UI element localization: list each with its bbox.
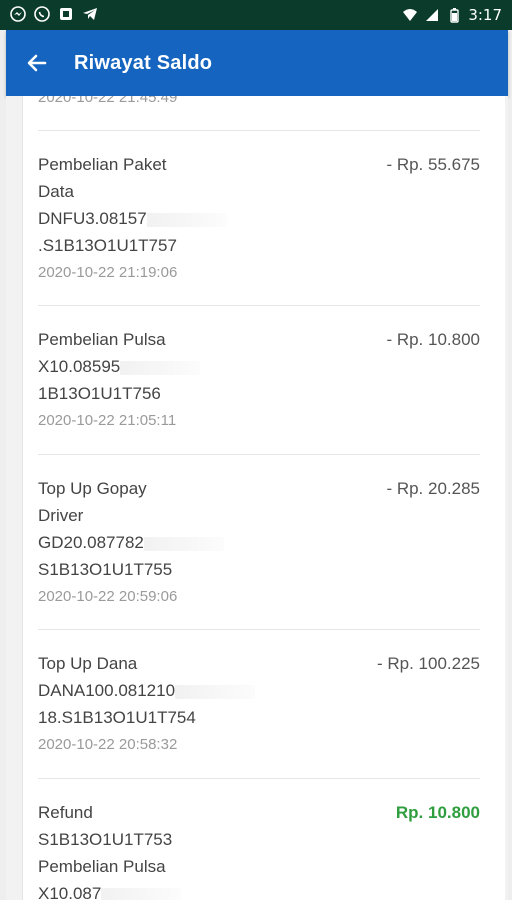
status-bar: 3:17 <box>0 0 512 30</box>
back-button[interactable] <box>22 48 52 78</box>
phone-screen: 3:17 Riwayat Saldo 2020-10-22 21:45:49 P… <box>0 0 512 900</box>
redaction <box>175 684 256 699</box>
arrow-left-icon <box>27 54 47 72</box>
transaction-item[interactable]: Pembelian Paket Data DNFU3.08157 .S1B13O… <box>38 131 480 306</box>
transaction-line-text: DANA100.081210 <box>38 681 176 700</box>
transaction-amount: - Rp. 20.285 <box>386 479 480 498</box>
transaction-line: Refund <box>38 803 93 822</box>
transaction-date: 2020-10-22 20:59:06 <box>38 588 178 605</box>
transaction-item[interactable]: Top Up Gopay Driver GD20.087782 S1B13O1U… <box>38 455 480 630</box>
redaction <box>146 212 227 227</box>
redaction <box>143 536 224 551</box>
transaction-line: Top Up Dana <box>38 654 138 673</box>
content-area: 2020-10-22 21:45:49 Pembelian Paket Data… <box>6 96 508 900</box>
battery-icon <box>450 8 460 23</box>
transaction-line: DANA100.081210 <box>38 677 258 704</box>
transaction-amount: - Rp. 55.675 <box>386 155 480 174</box>
transaction-date: 2020-10-22 21:19:06 <box>38 264 178 281</box>
transaction-line: GD20.087782 <box>38 529 258 556</box>
transaction-amount: - Rp. 10.800 <box>386 330 480 349</box>
transaction-line: X10.08595 <box>38 353 258 380</box>
system-icons: 3:17 <box>402 6 502 24</box>
transaction-line-text: GD20.087782 <box>38 533 144 552</box>
transaction-line-text: X10.08595 <box>38 357 121 376</box>
transaction-line: Data <box>38 182 74 201</box>
transaction-line: Pembelian Pulsa <box>38 330 166 349</box>
transaction-line: .S1B13O1U1T757 <box>38 236 177 255</box>
transaction-line: 1B13O1U1T756 <box>38 384 161 403</box>
telegram-icon <box>83 8 97 20</box>
transaction-line: Pembelian Pulsa <box>38 857 166 876</box>
transaction-date: 2020-10-22 20:58:32 <box>38 736 178 753</box>
clock: 3:17 <box>468 6 502 24</box>
wifi-icon <box>403 9 418 21</box>
transaction-line: DNFU3.08157 <box>38 205 258 232</box>
transaction-line-text: X10.087 <box>38 884 102 900</box>
transaction-line: Driver <box>38 506 84 525</box>
transaction-item[interactable]: 2020-10-22 21:45:49 <box>38 96 480 131</box>
signal-icon <box>426 9 439 21</box>
transaction-text: Pembelian Paket Data DNFU3.08157 .S1B13O… <box>38 151 258 286</box>
transaction-item[interactable]: Top Up Dana DANA100.081210 18.S1B13O1U1T… <box>38 630 480 779</box>
notification-icon <box>60 8 72 20</box>
messenger-icon <box>10 6 26 22</box>
transaction-line-text: DNFU3.08157 <box>38 209 147 228</box>
transaction-amount: - Rp. 100.225 <box>376 654 480 673</box>
transaction-text: Top Up Gopay Driver GD20.087782 S1B13O1U… <box>38 475 258 610</box>
whatsapp-icon <box>34 6 50 22</box>
notification-icons <box>10 6 98 22</box>
transaction-text: Pembelian Pulsa X10.08595 1B13O1U1T756 2… <box>38 326 258 434</box>
transaction-list[interactable]: 2020-10-22 21:45:49 Pembelian Paket Data… <box>23 96 505 900</box>
transaction-text: Top Up Dana DANA100.081210 18.S1B13O1U1T… <box>38 650 258 758</box>
transaction-text: Refund S1B13O1U1T753 Pembelian Pulsa X10… <box>38 799 258 900</box>
transaction-item[interactable]: Pembelian Pulsa X10.08595 1B13O1U1T756 2… <box>38 306 480 455</box>
transaction-date: 2020-10-22 21:45:49 <box>38 96 178 106</box>
transaction-card: 2020-10-22 21:45:49 Pembelian Paket Data… <box>22 96 505 900</box>
redaction <box>120 360 201 375</box>
transaction-text: 2020-10-22 21:45:49 <box>38 96 258 111</box>
page-title: Riwayat Saldo <box>74 52 213 74</box>
redaction <box>101 887 182 900</box>
transaction-line: Top Up Gopay <box>38 479 147 498</box>
transaction-line: X10.087 <box>38 880 258 900</box>
transaction-line: Pembelian Paket <box>38 155 167 174</box>
refund-amount: Rp. 10.800 <box>395 803 480 822</box>
transaction-line: S1B13O1U1T753 <box>38 830 173 849</box>
transaction-line: 18.S1B13O1U1T754 <box>38 708 196 727</box>
transaction-item[interactable]: Refund S1B13O1U1T753 Pembelian Pulsa X10… <box>38 779 480 900</box>
transaction-line: S1B13O1U1T755 <box>38 560 173 579</box>
transaction-date: 2020-10-22 21:05:11 <box>38 412 177 429</box>
app-bar: Riwayat Saldo <box>6 30 508 96</box>
